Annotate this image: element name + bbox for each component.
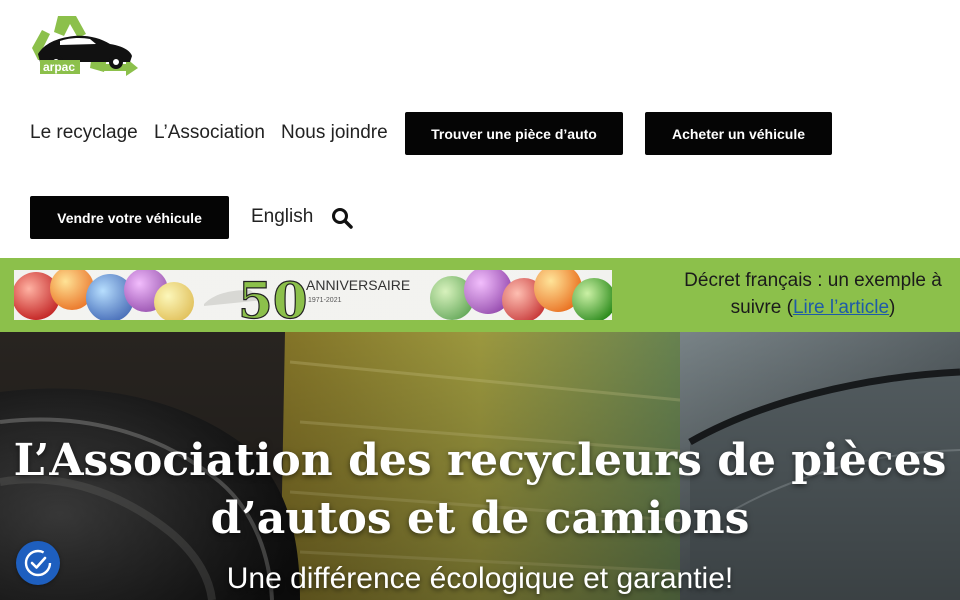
consent-settings-button[interactable] [16, 541, 60, 585]
anniversary-number: 50 [238, 271, 308, 320]
language-switch-link[interactable]: English [251, 206, 313, 228]
arpac-logo[interactable]: arpac [30, 14, 140, 76]
hero-subtitle: Une différence écologique et garantie! [226, 562, 734, 595]
anniversary-years: 1971-2021 [308, 297, 342, 304]
nav-link-association[interactable]: L’Association [154, 122, 265, 144]
anniversary-word: ANNIVERSAIRE [306, 277, 410, 293]
hero-title: L’Association des recycleurs de pièces d… [13, 435, 947, 544]
announcement-banner: 50 ANNIVERSAIRE 1971-2021 Décret françai… [0, 258, 960, 332]
announcement-text: Décret français : un exemple à suivre (L… [670, 267, 956, 321]
logo-graphic: arpac [32, 16, 138, 76]
hero-section: L’Association des recycleurs de pièces d… [0, 332, 960, 600]
find-part-button[interactable]: Trouver une pièce d’auto [405, 112, 623, 155]
logo-text: arpac [43, 60, 75, 74]
nav-link-recycling[interactable]: Le recyclage [30, 122, 138, 144]
announcement-suffix: ) [889, 297, 896, 318]
checkmark-icon [24, 549, 52, 577]
sell-vehicle-button[interactable]: Vendre votre véhicule [30, 196, 229, 239]
anniversary-image: 50 ANNIVERSAIRE 1971-2021 [14, 270, 612, 320]
nav-link-contact[interactable]: Nous joindre [281, 122, 388, 144]
search-icon[interactable] [331, 207, 353, 229]
buy-vehicle-button[interactable]: Acheter un véhicule [645, 112, 832, 155]
read-article-link[interactable]: Lire l’article [793, 297, 889, 318]
